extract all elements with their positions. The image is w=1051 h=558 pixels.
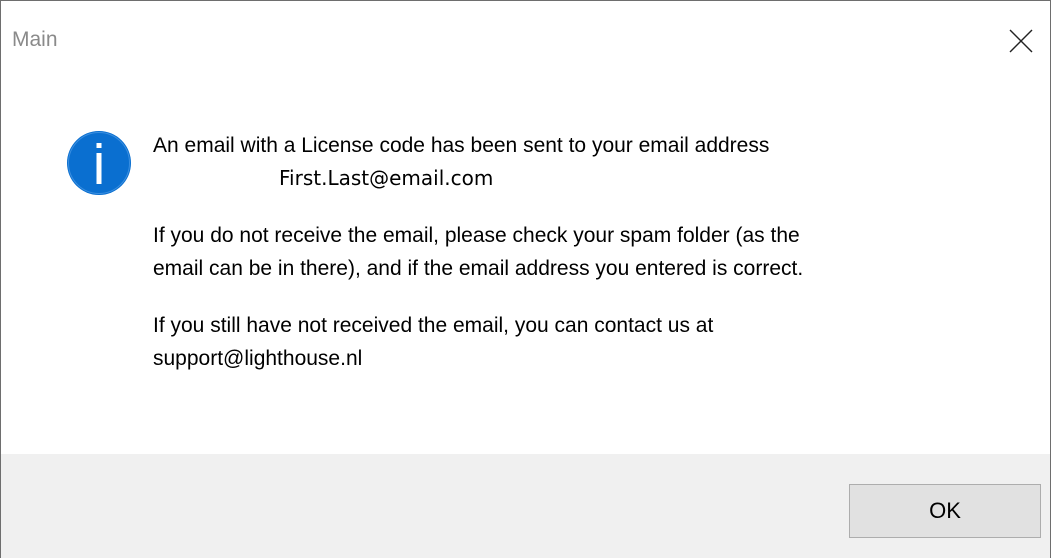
button-bar: OK (1, 454, 1050, 558)
support-email: support@lighthouse.nl (153, 347, 363, 370)
close-icon (1009, 29, 1033, 53)
ok-button[interactable]: OK (849, 484, 1041, 538)
message-paragraph-2-line-2: email can be in there), and if the email… (153, 257, 804, 280)
email-address: First.Last@email.com (279, 166, 494, 190)
message-paragraph-2-line-1: If you do not receive the email, please … (153, 224, 800, 247)
message-line-1: An email with a License code has been se… (153, 134, 770, 157)
message-dialog: Main An email with a License code has be… (0, 0, 1051, 558)
close-button[interactable] (994, 15, 1050, 65)
message-paragraph-3-line-1: If you still have not received the email… (153, 314, 714, 337)
title-bar: Main (1, 1, 1050, 77)
message-text: An email with a License code has been se… (153, 129, 1013, 375)
window-title: Main (12, 28, 58, 51)
info-icon (65, 129, 133, 197)
